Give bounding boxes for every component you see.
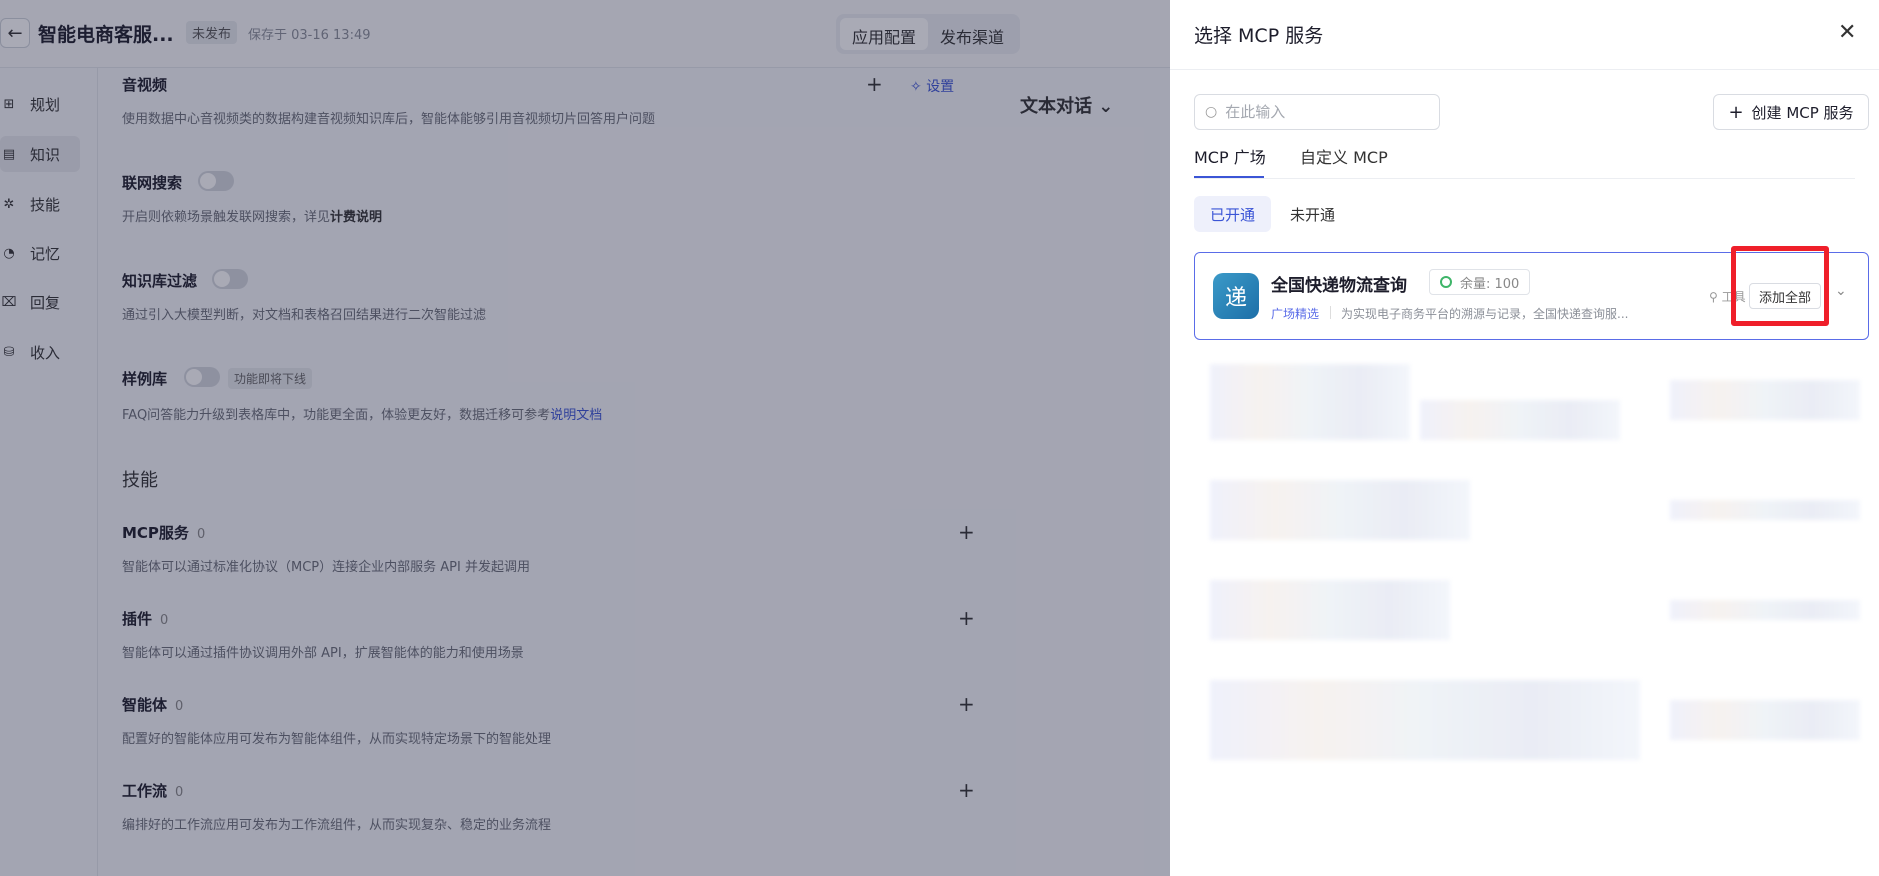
search-box: ○	[1194, 94, 1440, 130]
segment-not-enabled[interactable]: 未开通	[1274, 196, 1351, 232]
drawer-header: 选择 MCP 服务 ✕	[1170, 0, 1879, 70]
create-mcp-label: 创建 MCP 服务	[1751, 103, 1854, 122]
highlight-box	[1731, 246, 1829, 326]
tab-mcp-plaza[interactable]: MCP 广场	[1194, 144, 1266, 168]
plus-icon: +	[1728, 101, 1744, 123]
logo-char: 递	[1224, 286, 1247, 311]
featured-tag: 广场精选	[1271, 307, 1320, 321]
blurred-item	[1210, 580, 1450, 640]
service-desc: 为实现电子商务平台的溯源与记录，全国快递查询服...	[1341, 307, 1629, 321]
quota-ring-icon	[1440, 276, 1452, 288]
tab-custom-mcp[interactable]: 自定义 MCP	[1300, 144, 1388, 168]
chevron-down-icon[interactable]: ⌄	[1835, 283, 1847, 299]
wrench-icon: ⚲	[1709, 290, 1722, 304]
service-name: 全国快递物流查询	[1271, 276, 1407, 296]
segment-enabled[interactable]: 已开通	[1194, 196, 1272, 232]
modal-overlay[interactable]	[0, 0, 1170, 876]
blurred-item	[1670, 380, 1860, 420]
express-logo-icon: 递	[1213, 273, 1259, 319]
tab-divider	[1194, 178, 1855, 179]
search-icon: ○	[1205, 104, 1218, 120]
close-button[interactable]: ✕	[1838, 20, 1856, 45]
mcp-drawer: 选择 MCP 服务 ✕ ○ +创建 MCP 服务 MCP 广场 自定义 MCP …	[1170, 0, 1879, 876]
blurred-item	[1210, 680, 1640, 760]
active-tab-indicator	[1194, 176, 1264, 178]
close-icon: ✕	[1838, 20, 1857, 45]
search-input[interactable]	[1225, 103, 1416, 121]
blurred-item	[1670, 700, 1860, 740]
blurred-item	[1670, 500, 1860, 520]
blurred-item	[1210, 480, 1470, 540]
blurred-item	[1670, 600, 1860, 620]
create-mcp-button[interactable]: + 创建 MCP 服务	[1713, 94, 1869, 130]
quota-badge: 余量: 100	[1429, 269, 1531, 295]
blurred-item	[1420, 400, 1620, 440]
tag-divider	[1330, 306, 1331, 319]
quota-text: 余量: 100	[1460, 276, 1520, 292]
blurred-item	[1210, 364, 1410, 440]
drawer-title: 选择 MCP 服务	[1194, 25, 1324, 47]
